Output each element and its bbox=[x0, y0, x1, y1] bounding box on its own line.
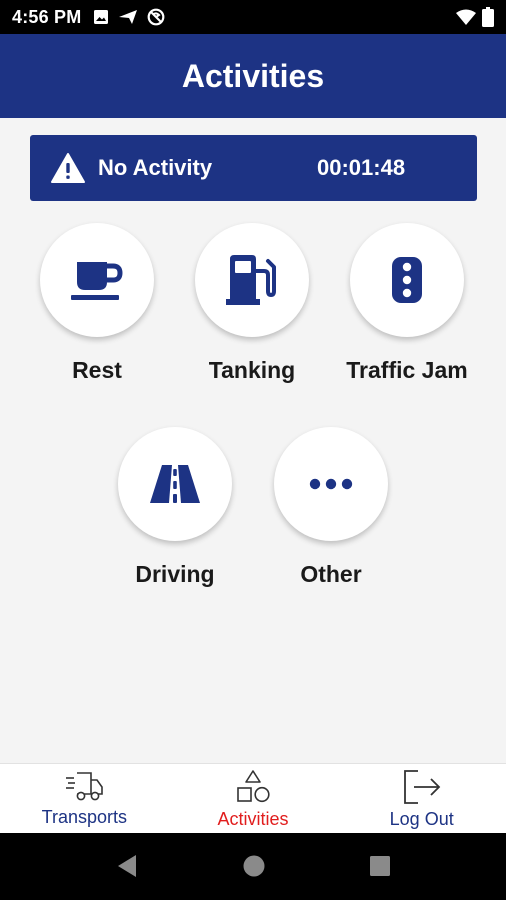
activity-timer: 00:01:48 bbox=[317, 155, 406, 180]
nav-activities-label: Activities bbox=[217, 809, 289, 829]
recents-icon[interactable] bbox=[369, 853, 391, 879]
more-dots-icon bbox=[309, 478, 353, 490]
system-navigation-bar bbox=[0, 833, 506, 900]
warning-icon bbox=[51, 153, 85, 183]
wifi-icon bbox=[456, 9, 476, 25]
bottom-navigation: Transports Activities Log Out bbox=[0, 763, 506, 833]
traffic-jam-label: Traffic Jam bbox=[346, 357, 468, 383]
status-bar: 4:56 PM bbox=[0, 0, 506, 34]
battery-icon bbox=[482, 7, 494, 27]
delivery-truck-icon bbox=[66, 772, 104, 801]
activity-status: No Activity bbox=[98, 155, 213, 180]
app-header: Activities bbox=[0, 34, 506, 118]
status-time: 4:56 PM bbox=[12, 6, 82, 27]
driving-label: Driving bbox=[135, 561, 215, 587]
rest-button[interactable] bbox=[40, 223, 154, 337]
shapes-icon bbox=[237, 770, 270, 803]
fuel-pump-icon bbox=[226, 255, 276, 305]
coffee-cup-icon bbox=[71, 262, 123, 300]
rest-label: Rest bbox=[72, 357, 122, 383]
back-icon[interactable] bbox=[116, 853, 138, 879]
navigation-icon bbox=[119, 10, 138, 24]
tanking-button[interactable] bbox=[195, 223, 309, 337]
nav-logout[interactable]: Log Out bbox=[337, 764, 506, 833]
road-icon bbox=[150, 465, 200, 503]
traffic-jam-button[interactable] bbox=[350, 223, 464, 337]
no-sim-icon bbox=[148, 8, 165, 26]
nav-transports[interactable]: Transports bbox=[0, 764, 169, 833]
page-title: Activities bbox=[181, 57, 325, 94]
current-activity-banner: No Activity 00:01:48 bbox=[30, 135, 477, 201]
logout-icon bbox=[403, 770, 440, 804]
nav-activities[interactable]: Activities bbox=[169, 764, 338, 833]
home-icon[interactable] bbox=[242, 853, 266, 879]
image-icon bbox=[94, 10, 109, 24]
nav-transports-label: Transports bbox=[41, 807, 128, 827]
tanking-label: Tanking bbox=[208, 357, 296, 383]
other-button[interactable] bbox=[274, 427, 388, 541]
traffic-light-icon bbox=[392, 257, 422, 303]
other-label: Other bbox=[300, 561, 362, 587]
driving-button[interactable] bbox=[118, 427, 232, 541]
nav-logout-label: Log Out bbox=[389, 809, 454, 829]
